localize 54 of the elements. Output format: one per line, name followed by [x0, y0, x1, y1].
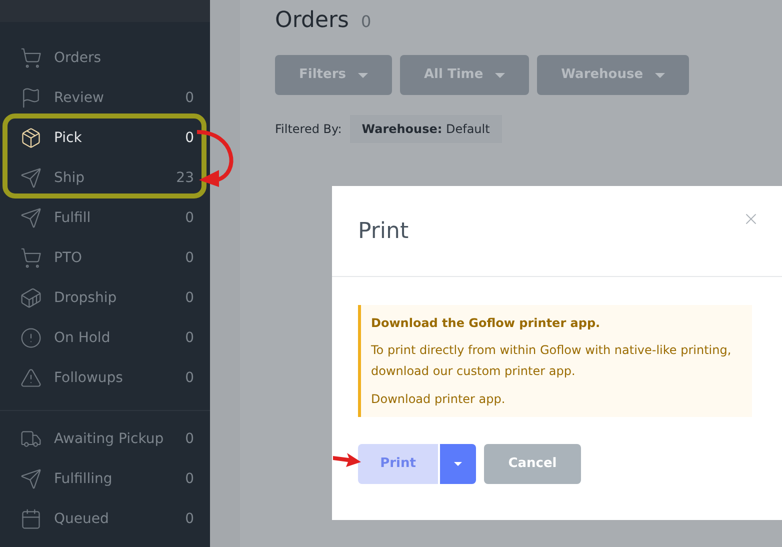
sidebar-item[interactable]: Followups 0	[0, 358, 210, 398]
filter-chip[interactable]: Warehouse: Default	[350, 115, 502, 143]
count: 0	[185, 510, 194, 528]
filtered-by-label: Filtered By:	[275, 121, 342, 138]
sidebar-item[interactable]: Fulfilling 0	[0, 459, 210, 499]
count: 0	[185, 288, 194, 308]
filter-dropdown[interactable]: Filters	[275, 55, 392, 95]
alert-text: To print directly from within Goflow with native-like printing, download our custom printer app.	[371, 342, 732, 380]
cart-icon	[20, 47, 42, 69]
crate-icon	[20, 287, 42, 309]
caret-icon	[495, 72, 506, 78]
alert-title: Download the Goflow printer app.	[371, 315, 602, 332]
paper-plane-icon	[20, 468, 42, 490]
box-icon	[20, 127, 42, 149]
count: 23	[176, 168, 194, 188]
sidebar-item[interactable]: Ship 23	[0, 158, 210, 198]
sidebar-item[interactable]: Review 0	[0, 78, 210, 118]
caret-icon	[358, 72, 368, 78]
sidebar-item[interactable]: Awaiting Pickup 0	[0, 419, 210, 459]
sidebar-header[interactable]	[0, 0, 210, 22]
paper-plane-icon	[20, 207, 42, 229]
count: 0	[185, 430, 194, 448]
count: 0	[185, 128, 194, 148]
caret-icon	[454, 462, 462, 466]
dialog-title: Print	[358, 218, 409, 246]
cart-icon	[20, 247, 42, 269]
pointer-arrow	[333, 452, 361, 468]
caret-icon	[655, 72, 666, 78]
count: 0	[185, 208, 194, 228]
sidebar-item[interactable]: Fulfill 0	[0, 198, 210, 238]
cancel-button[interactable]: Cancel	[484, 444, 581, 484]
filter-dropdown[interactable]: Warehouse	[537, 55, 690, 95]
filter-dropdown[interactable]: All Time	[400, 55, 530, 95]
flag-icon	[20, 87, 42, 109]
sidebar-item[interactable]: PTO 0	[0, 238, 210, 278]
sidebar-item[interactable]: Dropship 0	[0, 278, 210, 318]
page-title: Orders	[275, 7, 349, 35]
count: 0	[185, 470, 194, 488]
sidebar-item[interactable]: Orders	[0, 38, 210, 78]
sidebar-item[interactable]: Queued 0	[0, 499, 210, 539]
count: 0	[185, 88, 194, 108]
order-count: 0	[360, 11, 372, 33]
warning-icon	[20, 367, 42, 389]
count: 0	[185, 368, 194, 388]
paper-plane-icon	[20, 167, 42, 189]
truck-icon	[20, 428, 42, 450]
calendar-icon	[20, 508, 42, 530]
count: 0	[185, 248, 194, 268]
count: 0	[185, 328, 194, 348]
sidebar-item[interactable]: Pick 0	[0, 118, 210, 158]
sidebar-item[interactable]: On Hold 0	[0, 318, 210, 358]
download-link[interactable]: Download printer app.	[371, 390, 506, 408]
print-options-button[interactable]	[440, 444, 476, 484]
exclamation-icon	[20, 327, 42, 349]
